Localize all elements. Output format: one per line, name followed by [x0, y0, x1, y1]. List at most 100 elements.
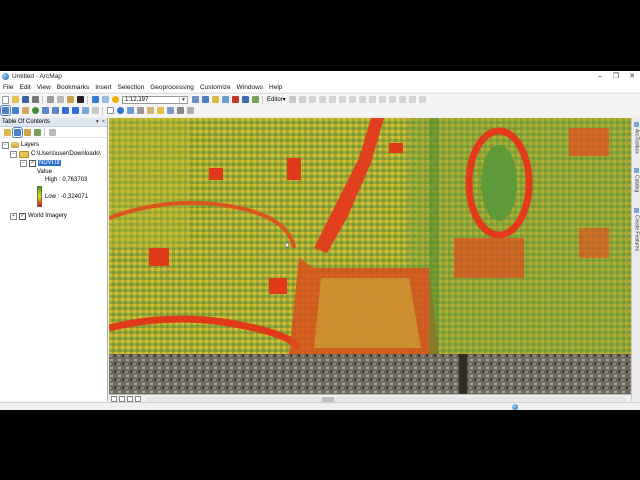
cut-polygons-icon[interactable] [369, 96, 377, 103]
menu-selection[interactable]: Selection [114, 84, 147, 91]
new-map-icon[interactable] [1, 95, 9, 104]
identify-icon[interactable] [116, 107, 124, 114]
expand-icon[interactable]: + [10, 212, 17, 220]
close-button[interactable]: ✕ [624, 71, 640, 82]
table-of-contents-icon[interactable] [201, 96, 209, 103]
modelbuilder-icon[interactable] [251, 96, 259, 103]
window-controls: – ❐ ✕ [592, 71, 640, 82]
ndvi-layer-name[interactable]: NDVI.tif [38, 160, 61, 166]
delete-icon[interactable] [76, 96, 84, 103]
collapse-icon[interactable]: − [2, 141, 9, 149]
python-icon[interactable] [241, 96, 249, 103]
redo-icon[interactable] [101, 96, 109, 103]
clear-selection-icon[interactable] [91, 107, 99, 114]
menu-help[interactable]: Help [266, 84, 285, 91]
ndvi-raster-view[interactable] [109, 118, 631, 394]
menu-geoprocessing[interactable]: Geoprocessing [147, 84, 197, 91]
cut-icon[interactable] [46, 96, 54, 103]
built-area [314, 278, 421, 348]
sketch-properties-icon[interactable] [409, 96, 417, 103]
edit-tool-icon[interactable] [289, 96, 297, 103]
attributes-icon[interactable] [399, 96, 407, 103]
editor-menu[interactable]: Editor▾ [265, 96, 288, 103]
layer-visibility-checkbox[interactable]: ✓ [19, 212, 26, 220]
toc-options-button[interactable]: ▾ [96, 119, 99, 125]
folder-path-label: C:\Users\user\Downloads\ [31, 151, 101, 157]
dock-tab-create-features[interactable]: Create Features [633, 208, 640, 251]
toc-close-button[interactable]: × [102, 119, 105, 125]
point-icon[interactable] [339, 96, 347, 103]
fixed-zoom-out-icon[interactable] [51, 107, 59, 114]
dock-tab-label: Catalog [633, 175, 640, 193]
zoom-in-icon[interactable] [0, 105, 11, 116]
time-slider-icon[interactable] [176, 107, 184, 114]
minimize-button[interactable]: – [592, 71, 608, 82]
editor-toolbar-icon[interactable] [191, 96, 199, 103]
back-extent-icon[interactable] [61, 107, 69, 114]
collapse-icon[interactable]: − [20, 159, 27, 167]
catalog-icon[interactable] [211, 96, 219, 103]
reshape-icon[interactable] [359, 96, 367, 103]
add-data-icon[interactable] [111, 96, 119, 103]
menu-file[interactable]: File [0, 84, 16, 91]
go-to-xy-icon[interactable] [136, 107, 144, 114]
full-extent-icon[interactable] [31, 107, 39, 114]
tree-row-layers[interactable]: − Layers [2, 141, 39, 149]
list-by-selection-icon[interactable] [33, 128, 41, 136]
fixed-zoom-in-icon[interactable] [41, 107, 49, 114]
chevron-down-icon[interactable]: ▼ [179, 96, 187, 103]
hyperlink-icon[interactable] [156, 107, 164, 114]
copy-icon[interactable] [56, 96, 64, 103]
dock-tab-arctoolbox[interactable]: ArcToolbox [633, 122, 640, 154]
select-features-icon[interactable] [81, 107, 89, 114]
layer-visibility-checkbox[interactable]: ✓ [29, 159, 36, 167]
menu-insert[interactable]: Insert [92, 84, 114, 91]
create-features-icon [634, 208, 639, 213]
straight-segment-icon[interactable] [309, 96, 317, 103]
horizontal-scrollbar[interactable] [146, 396, 626, 402]
arctoolbox-icon[interactable] [231, 96, 239, 103]
menu-bookmarks[interactable]: Bookmarks [54, 84, 93, 91]
menu-windows[interactable]: Windows [234, 84, 266, 91]
trace-icon[interactable] [329, 96, 337, 103]
list-by-visibility-icon[interactable] [23, 128, 31, 136]
list-by-source-icon[interactable] [11, 126, 23, 138]
stadium-field [481, 145, 517, 221]
open-icon[interactable] [11, 96, 19, 103]
collapse-icon[interactable]: − [10, 150, 17, 158]
search-icon[interactable] [221, 96, 229, 103]
html-popup-icon[interactable] [166, 107, 174, 114]
split-icon[interactable] [379, 96, 387, 103]
edit-vertices-icon[interactable] [349, 96, 357, 103]
endpoint-arc-icon[interactable] [319, 96, 327, 103]
menu-edit[interactable]: Edit [16, 84, 33, 91]
create-features-icon[interactable] [419, 96, 427, 103]
save-icon[interactable] [21, 96, 29, 103]
low-ndvi-patch [454, 238, 524, 278]
list-by-drawing-order-icon[interactable] [3, 128, 11, 136]
create-viewer-window-icon[interactable] [186, 107, 194, 114]
map-scale-combo[interactable]: 1:12,197 ▼ [122, 95, 188, 104]
scrollbar-thumb[interactable] [322, 396, 334, 402]
measure-icon[interactable] [146, 107, 154, 114]
select-elements-icon[interactable] [106, 107, 114, 114]
menu-view[interactable]: View [34, 84, 54, 91]
toc-toolbar [0, 126, 107, 138]
menu-customize[interactable]: Customize [197, 84, 234, 91]
find-icon[interactable] [126, 107, 134, 114]
print-icon[interactable] [31, 96, 39, 103]
tree-row-ndvi[interactable]: − ✓ NDVI.tif [20, 159, 61, 167]
edit-annotation-icon[interactable] [299, 96, 307, 103]
forward-extent-icon[interactable] [71, 107, 79, 114]
tree-row-folder[interactable]: − C:\Users\user\Downloads\ [10, 150, 101, 158]
undo-icon[interactable] [91, 96, 99, 103]
dock-tab-catalog[interactable]: Catalog [633, 168, 640, 192]
maximize-button[interactable]: ❐ [608, 71, 624, 82]
rotate-icon[interactable] [389, 96, 397, 103]
map-canvas[interactable] [109, 118, 631, 394]
zoom-out-icon[interactable] [11, 107, 19, 114]
pan-icon[interactable] [21, 107, 29, 114]
toc-options-icon[interactable] [48, 128, 56, 136]
paste-icon[interactable] [66, 96, 74, 103]
tree-row-world-imagery[interactable]: + ✓ World Imagery [10, 212, 67, 220]
